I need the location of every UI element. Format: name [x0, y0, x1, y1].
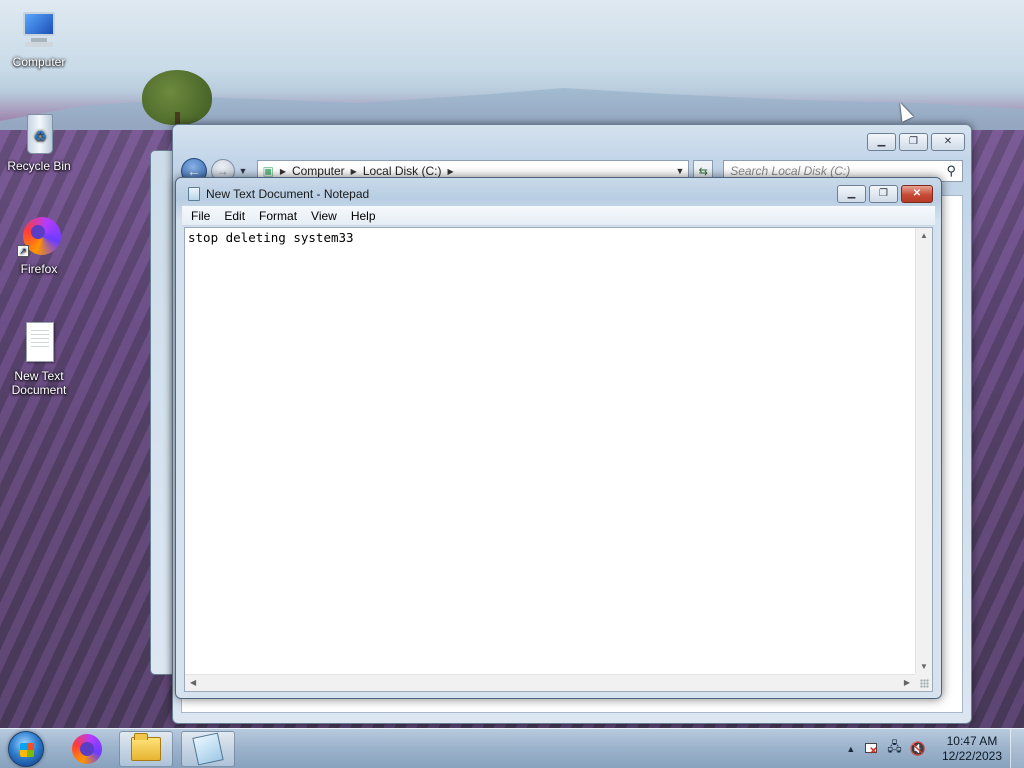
- maximize-button[interactable]: ❐: [869, 185, 898, 203]
- breadcrumb-local-disk[interactable]: Local Disk (C:): [363, 164, 442, 178]
- desktop-icon-label: Firefox: [20, 262, 58, 276]
- vertical-scrollbar[interactable]: ▲ ▼: [915, 228, 932, 674]
- desktop-icon-label: Computer: [12, 55, 66, 69]
- chevron-right-icon[interactable]: ▶: [351, 167, 357, 176]
- maximize-button[interactable]: ❐: [899, 133, 928, 151]
- notepad-window[interactable]: New Text Document - Notepad ▁ ❐ ✕ File E…: [175, 177, 942, 699]
- resize-grip-icon[interactable]: [915, 674, 932, 691]
- desktop-icon-computer[interactable]: Computer: [4, 8, 74, 69]
- system-tray: ▲ 🖧 🔇 10:47 AM 12/22/2023: [846, 729, 1024, 768]
- search-icon[interactable]: ⚲: [946, 163, 956, 179]
- taskbar: ▲ 🖧 🔇 10:47 AM 12/22/2023: [0, 728, 1024, 768]
- show-desktop-button[interactable]: [1010, 729, 1024, 768]
- desktop-icon-label: New Text Document: [11, 369, 67, 397]
- close-button[interactable]: ✕: [901, 185, 933, 203]
- recent-pages-dropdown[interactable]: ▼: [239, 166, 248, 176]
- breadcrumb-computer[interactable]: Computer: [292, 164, 345, 178]
- volume-muted-icon[interactable]: 🔇: [910, 741, 926, 757]
- menu-edit[interactable]: Edit: [217, 207, 252, 225]
- notepad-window-controls: ▁ ❐ ✕: [837, 185, 933, 203]
- address-dropdown-icon[interactable]: ▼: [675, 166, 684, 176]
- computer-icon: [17, 8, 61, 52]
- action-center-flag-icon[interactable]: [863, 742, 879, 757]
- clock[interactable]: 10:47 AM 12/22/2023: [942, 734, 1002, 764]
- horizontal-scrollbar[interactable]: ◀ ▶: [185, 674, 915, 691]
- desktop-icon-new-text-document[interactable]: New Text Document: [4, 322, 74, 397]
- firefox-icon: [72, 734, 102, 764]
- explorer-window-controls: ▁ ❐ ✕: [867, 133, 965, 151]
- clock-date: 12/22/2023: [941, 749, 1002, 763]
- notepad-title-bar: New Text Document - Notepad: [188, 187, 369, 201]
- minimize-button[interactable]: ▁: [867, 133, 896, 151]
- close-button[interactable]: ✕: [931, 133, 965, 151]
- scroll-right-icon[interactable]: ▶: [904, 678, 910, 687]
- show-hidden-icons-icon[interactable]: ▲: [846, 744, 855, 754]
- computer-small-icon: ▣: [262, 164, 274, 178]
- scroll-down-icon[interactable]: ▼: [920, 662, 928, 671]
- window-title: New Text Document - Notepad: [206, 187, 370, 201]
- chevron-right-icon[interactable]: ▶: [448, 167, 454, 176]
- menu-format[interactable]: Format: [252, 207, 304, 225]
- firefox-icon: ↗: [17, 215, 61, 259]
- scroll-up-icon[interactable]: ▲: [920, 231, 928, 240]
- search-placeholder: Search Local Disk (C:): [730, 164, 851, 178]
- minimize-button[interactable]: ▁: [837, 185, 866, 203]
- menu-bar: File Edit Format View Help: [182, 206, 935, 226]
- desktop-icon-firefox[interactable]: ↗ Firefox: [4, 215, 74, 276]
- menu-view[interactable]: View: [304, 207, 344, 225]
- arrow-right-icon: →: [216, 164, 229, 178]
- refresh-icon: ⇆: [698, 165, 708, 178]
- desktop-icon-label: Recycle Bin: [7, 159, 71, 173]
- text-editor[interactable]: stop deleting system33 ▲ ▼ ◀ ▶: [184, 227, 933, 692]
- notepad-icon: [192, 732, 224, 766]
- chevron-right-icon[interactable]: ▶: [280, 167, 286, 176]
- desktop-icon-recycle-bin[interactable]: ♻ Recycle Bin: [4, 112, 74, 173]
- text-document-icon: [17, 322, 61, 366]
- taskbar-windows-explorer[interactable]: [119, 731, 173, 767]
- notepad-icon: [188, 187, 200, 201]
- menu-help[interactable]: Help: [344, 207, 383, 225]
- editor-content[interactable]: stop deleting system33: [188, 230, 354, 245]
- clock-time: 10:47 AM: [946, 734, 998, 748]
- scroll-left-icon[interactable]: ◀: [190, 678, 196, 687]
- taskbar-firefox[interactable]: [60, 731, 114, 767]
- windows-explorer-icon: [131, 733, 161, 761]
- recycle-bin-icon: ♻: [17, 112, 61, 156]
- taskbar-notepad[interactable]: [181, 731, 235, 767]
- start-button[interactable]: [8, 731, 44, 767]
- network-icon[interactable]: 🖧: [887, 738, 902, 760]
- menu-file[interactable]: File: [184, 207, 217, 225]
